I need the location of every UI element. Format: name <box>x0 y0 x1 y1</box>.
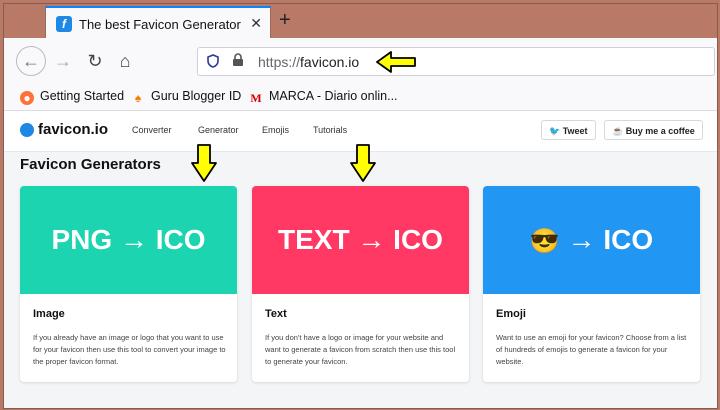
back-icon[interactable]: ← <box>16 46 46 76</box>
card-emoji-generator[interactable]: 😎 → ICO Emoji Want to use an emoji for y… <box>483 186 700 382</box>
card-text-generator[interactable]: TEXT → ICO Text If you don't have a logo… <box>252 186 469 382</box>
bookmark-label: Getting Started <box>40 89 125 103</box>
tab-strip: f The best Favicon Generator (co ✕ + <box>4 4 717 40</box>
reload-icon[interactable]: ↻ <box>82 48 108 74</box>
lock-icon[interactable] <box>232 53 244 70</box>
address-bar[interactable]: https://favicon.io <box>197 47 715 76</box>
coffee-icon: ☕ <box>612 126 626 136</box>
annotation-arrow-left <box>376 51 416 73</box>
section-title: Favicon Generators <box>20 156 161 173</box>
sunglasses-emoji-icon: 😎 <box>529 228 560 255</box>
tab-title: The best Favicon Generator (co <box>79 17 244 32</box>
favicon-icon: f <box>56 16 72 32</box>
home-icon[interactable]: ⌂ <box>112 48 138 74</box>
bookmark-guru-blogger[interactable]: ♠ Guru Blogger ID <box>131 89 242 105</box>
url-scheme: https:// <box>258 54 301 70</box>
marca-icon: M <box>250 91 262 105</box>
annotation-arrow-down <box>191 144 217 182</box>
bookmark-label: MARCA - Diario onlin... <box>269 89 398 103</box>
annotation-arrow-down <box>350 144 376 182</box>
card-banner-text: → ICO <box>567 224 654 255</box>
bookmarks-bar: ● Getting Started ♠ Guru Blogger ID M MARCA… <box>4 84 717 111</box>
card-description: If you don't have a logo or image for yo… <box>265 333 456 366</box>
browser-window: f The best Favicon Generator (co ✕ + ← →… <box>3 3 718 409</box>
navigation-bar: ← → ↻ ⌂ https://favicon.io <box>4 38 717 85</box>
bookmark-label: Guru Blogger ID <box>151 89 242 103</box>
tweet-label: Tweet <box>562 126 588 136</box>
nav-generator[interactable]: Generator <box>198 125 239 135</box>
nav-tutorials[interactable]: Tutorials <box>313 125 347 135</box>
buy-coffee-button[interactable]: ☕ Buy me a coffee <box>604 120 703 140</box>
coffee-label: Buy me a coffee <box>625 126 695 136</box>
nav-emojis[interactable]: Emojis <box>262 125 289 135</box>
twitter-icon: 🐦 <box>549 126 563 136</box>
web-page: favicon.io Converter Generator Emojis Tu… <box>4 111 717 408</box>
url-host: favicon.io <box>300 54 360 70</box>
bookmark-marca[interactable]: M MARCA - Diario onlin... <box>249 89 398 105</box>
blogger-icon: ♠ <box>134 91 142 105</box>
card-banner[interactable]: PNG → ICO <box>20 186 237 294</box>
card-banner[interactable]: 😎 → ICO <box>483 186 700 294</box>
shield-icon[interactable] <box>207 54 219 71</box>
card-title[interactable]: Image <box>33 308 65 320</box>
bookmark-getting-started[interactable]: ● Getting Started <box>20 89 124 105</box>
nav-converter[interactable]: Converter <box>132 125 172 135</box>
tweet-button[interactable]: 🐦 Tweet <box>541 120 596 140</box>
firefox-icon: ● <box>20 91 34 105</box>
forward-icon[interactable]: → <box>50 48 76 74</box>
tab-active[interactable]: f The best Favicon Generator (co ✕ <box>45 6 271 40</box>
card-title[interactable]: Text <box>265 308 287 320</box>
logo-icon[interactable] <box>20 123 34 137</box>
new-tab-button[interactable]: + <box>279 10 291 30</box>
card-image-generator[interactable]: PNG → ICO Image If you already have an i… <box>20 186 237 382</box>
url-text[interactable]: https://favicon.io <box>258 54 359 70</box>
card-description: Want to use an emoji for your favicon? C… <box>496 333 687 366</box>
site-logo[interactable]: favicon.io <box>38 121 108 138</box>
card-description: If you already have an image or logo tha… <box>33 333 226 366</box>
card-banner[interactable]: TEXT → ICO <box>252 186 469 294</box>
close-icon[interactable]: ✕ <box>250 15 262 32</box>
card-title[interactable]: Emoji <box>496 308 526 320</box>
